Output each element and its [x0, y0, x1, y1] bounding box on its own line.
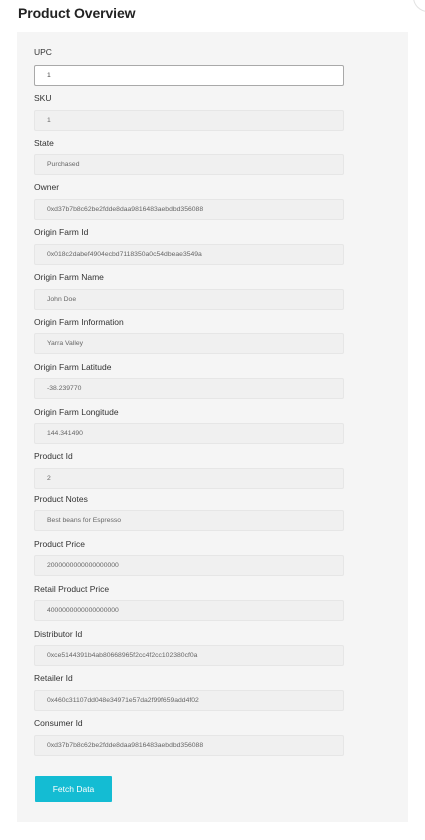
- origin-farm-id-input[interactable]: [34, 244, 344, 265]
- product-price-input[interactable]: [34, 555, 344, 576]
- retail-product-price-label: Retail Product Price: [34, 584, 110, 594]
- retail-product-price-input[interactable]: [34, 600, 344, 621]
- origin-farm-longitude-label: Origin Farm Longitude: [34, 407, 119, 417]
- origin-farm-latitude-input[interactable]: [34, 378, 344, 399]
- consumer-id-label: Consumer Id: [34, 718, 83, 728]
- fetch-data-button[interactable]: Fetch Data: [35, 776, 112, 802]
- state-label: State: [34, 138, 54, 148]
- corner-circle-icon: [413, 0, 425, 12]
- product-notes-input[interactable]: [34, 510, 344, 531]
- origin-farm-information-input[interactable]: [34, 333, 344, 354]
- product-price-label: Product Price: [34, 539, 86, 549]
- upc-label: UPC: [34, 47, 52, 57]
- origin-farm-latitude-label: Origin Farm Latitude: [34, 362, 112, 372]
- page-title: Product Overview: [18, 5, 136, 21]
- origin-farm-id-label: Origin Farm Id: [34, 227, 89, 237]
- upc-input[interactable]: [34, 65, 344, 86]
- origin-farm-name-input[interactable]: [34, 289, 344, 310]
- product-id-label: Product Id: [34, 451, 73, 461]
- distributor-id-input[interactable]: [34, 645, 344, 666]
- sku-input[interactable]: [34, 110, 344, 131]
- consumer-id-input[interactable]: [34, 735, 344, 756]
- sku-label: SKU: [34, 93, 52, 103]
- state-input[interactable]: [34, 154, 344, 175]
- retailer-id-label: Retailer Id: [34, 673, 73, 683]
- product-notes-label: Product Notes: [34, 494, 88, 504]
- retailer-id-input[interactable]: [34, 690, 344, 711]
- product-overview-panel: UPC SKU State Owner Origin Farm Id Origi…: [17, 32, 408, 822]
- origin-farm-longitude-input[interactable]: [34, 423, 344, 444]
- owner-label: Owner: [34, 182, 60, 192]
- origin-farm-information-label: Origin Farm Information: [34, 317, 124, 327]
- product-id-input[interactable]: [34, 468, 344, 489]
- distributor-id-label: Distributor Id: [34, 629, 83, 639]
- owner-input[interactable]: [34, 199, 344, 220]
- origin-farm-name-label: Origin Farm Name: [34, 272, 104, 282]
